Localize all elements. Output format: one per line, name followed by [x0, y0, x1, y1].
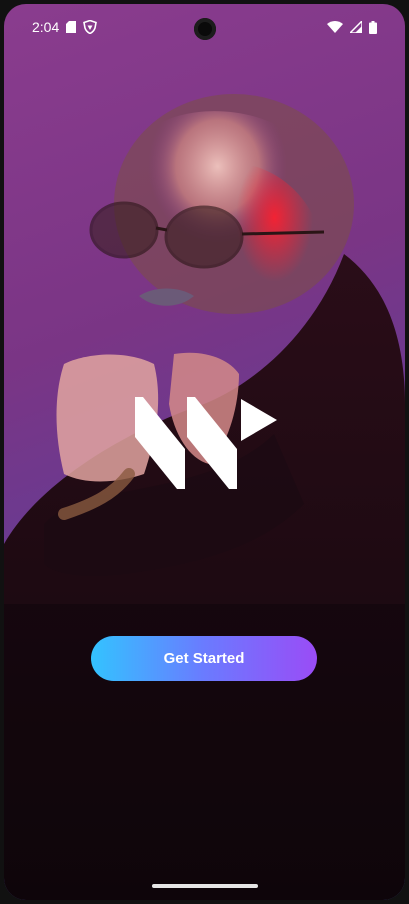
navigation-bar — [4, 872, 405, 900]
status-right — [327, 20, 377, 34]
battery-icon — [369, 20, 377, 34]
sd-card-icon — [66, 21, 77, 33]
status-time: 2:04 — [32, 19, 60, 35]
home-indicator[interactable] — [151, 884, 258, 888]
splash-screen: 2:04 Get Started — [4, 4, 405, 900]
get-started-button[interactable]: Get Started — [91, 636, 317, 681]
signal-icon — [350, 21, 362, 33]
wifi-icon — [327, 21, 343, 33]
app-logo — [135, 397, 277, 489]
status-left: 2:04 — [32, 19, 98, 35]
device-frame: 2:04 Get Started — [0, 0, 409, 904]
front-camera — [193, 18, 216, 40]
shield-icon — [83, 20, 98, 34]
